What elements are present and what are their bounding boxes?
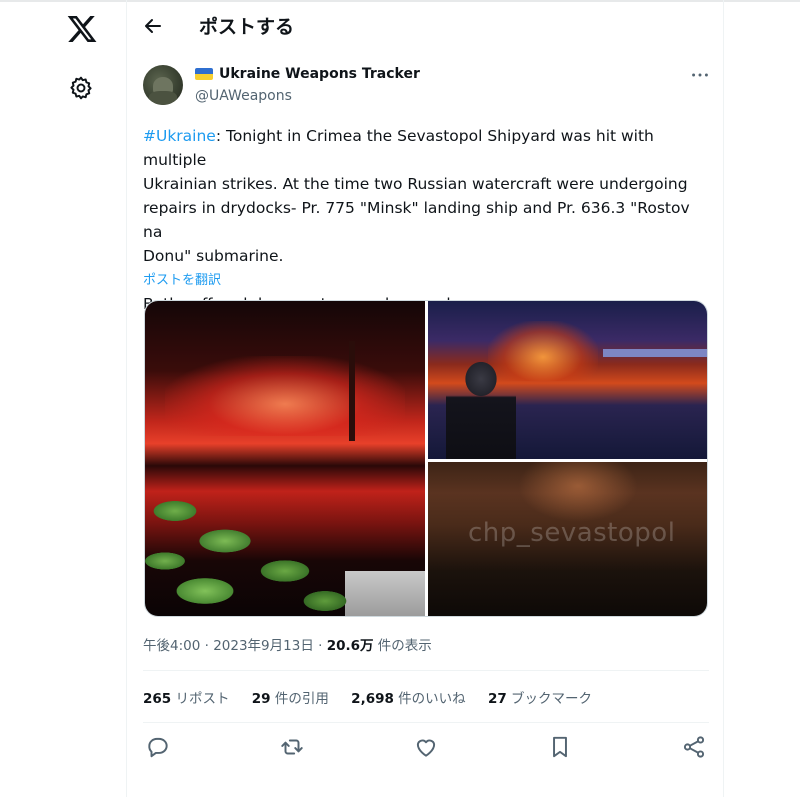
photo-shipyard-fire[interactable] (145, 301, 425, 616)
media-watermark: chp_sevastopol (468, 518, 676, 548)
photo-person-night[interactable] (428, 301, 707, 459)
stat-reposts[interactable]: 265 リポスト (143, 687, 229, 707)
views-count: 20.6万 (326, 638, 374, 654)
page-header: ポストする (127, 0, 725, 52)
heart-icon[interactable] (413, 734, 439, 760)
x-logo-icon[interactable] (66, 13, 98, 45)
share-icon[interactable] (681, 734, 707, 760)
stat-bookmarks[interactable]: 27 ブックマーク (488, 687, 592, 707)
main-column: ポストする Ukraine Weapons Tracker @UAWeapons… (126, 0, 724, 797)
post-metadata: 午後4:00 · 2023年9月13日 · 20.6万 件の表示 (143, 638, 432, 654)
gear-icon[interactable] (68, 75, 94, 101)
more-horizontal-icon[interactable] (689, 64, 711, 86)
left-navigation (0, 0, 126, 797)
page-title: ポストする (199, 16, 295, 38)
hashtag-link[interactable]: #Ukraine (143, 127, 216, 145)
stat-likes[interactable]: 2,698 件のいいね (351, 687, 466, 707)
post-date[interactable]: 2023年9月13日 (213, 638, 314, 654)
stat-quotes[interactable]: 29 件の引用 (252, 687, 329, 707)
media-grid: chp_sevastopol (144, 300, 708, 617)
author-display-name[interactable]: Ukraine Weapons Tracker (219, 66, 420, 82)
action-bar (127, 734, 725, 764)
tweet-body: : Tonight in Crimea the Sevastopol Shipy… (143, 127, 690, 313)
ukraine-flag-icon (195, 68, 213, 80)
post-time[interactable]: 午後4:00 (143, 638, 200, 654)
views-label: 件の表示 (373, 638, 432, 654)
photo-smoke-haze[interactable]: chp_sevastopol (428, 462, 707, 616)
author-handle[interactable]: @UAWeapons (195, 88, 292, 104)
bookmark-icon[interactable] (547, 734, 573, 760)
repost-icon[interactable] (279, 734, 305, 760)
divider (143, 722, 709, 723)
avatar[interactable] (143, 65, 183, 105)
translate-link[interactable]: ポストを翻訳 (143, 269, 221, 288)
reply-icon[interactable] (145, 734, 171, 760)
engagement-stats: 265 リポスト 29 件の引用 2,698 件のいいね 27 ブックマーク (143, 687, 610, 707)
divider (143, 670, 709, 671)
tweet-text: #Ukraine: Tonight in Crimea the Sevastop… (143, 124, 713, 316)
arrow-left-icon[interactable] (141, 14, 165, 38)
